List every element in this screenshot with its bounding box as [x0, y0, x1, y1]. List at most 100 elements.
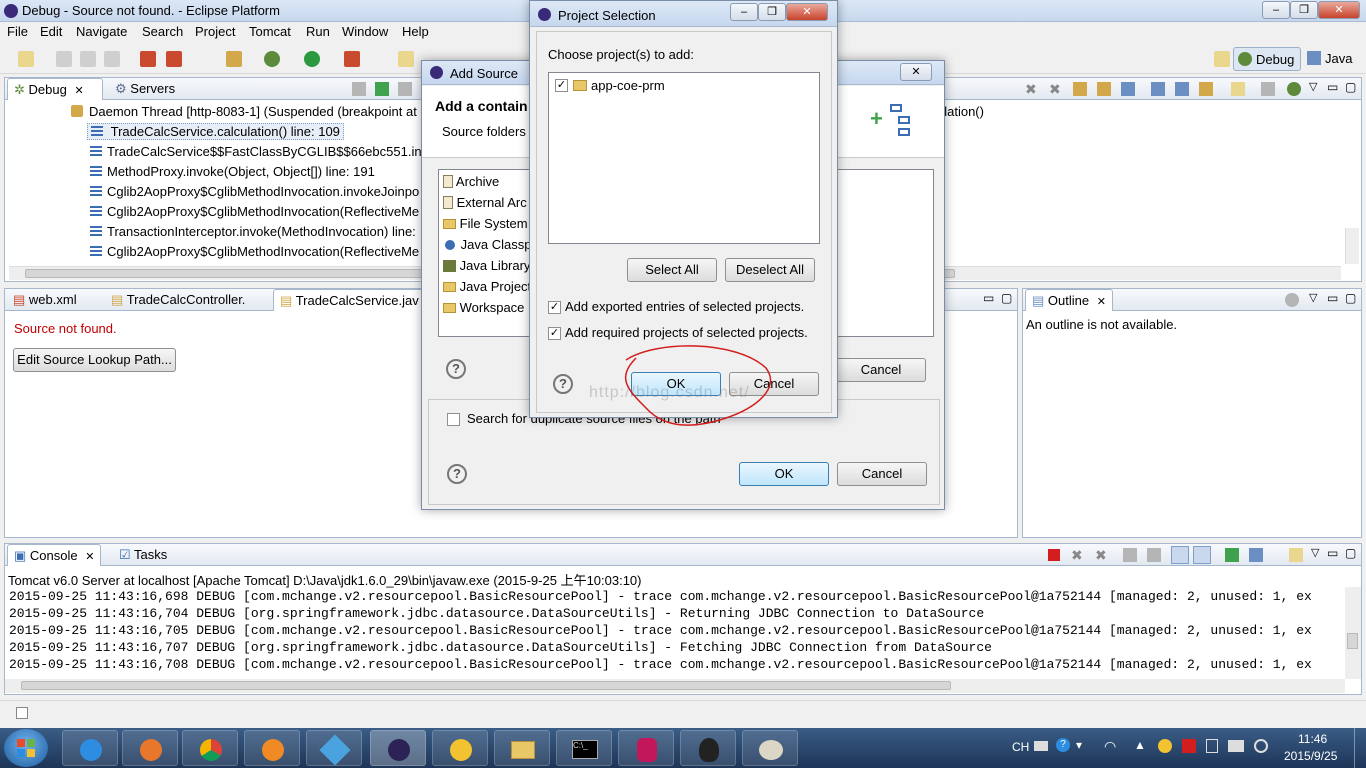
close-button[interactable]: ✕: [900, 63, 932, 81]
security-tray-icon[interactable]: [1182, 739, 1196, 753]
add-source-ok-button[interactable]: OK: [739, 462, 829, 486]
step-over-icon[interactable]: [1097, 82, 1111, 96]
remove-terminated-icon[interactable]: [352, 82, 366, 96]
pin-console-icon[interactable]: [1225, 548, 1239, 562]
console-output[interactable]: 2015-09-25 11:43:16,698 DEBUG [com.mchan…: [5, 587, 1343, 679]
add-source-cancel-button-top[interactable]: Cancel: [836, 358, 926, 382]
project-label[interactable]: app-coe-prm: [591, 78, 665, 93]
minimize-view-icon[interactable]: ▭: [1327, 291, 1338, 305]
console-vertical-scrollbar[interactable]: [1345, 587, 1361, 679]
minimize-button[interactable]: –: [1262, 1, 1290, 19]
list-item-java-project[interactable]: Java Project: [443, 279, 531, 294]
debug-thread-row[interactable]: Daemon Thread [http-8083-1] (Suspended (…: [71, 104, 417, 119]
menu-navigate[interactable]: Navigate: [76, 24, 127, 39]
minimize-view-icon[interactable]: ▭: [983, 291, 994, 305]
menu-window[interactable]: Window: [342, 24, 388, 39]
tray-options-icon[interactable]: ▾: [1076, 738, 1082, 752]
display-console-icon[interactable]: [1249, 548, 1263, 562]
menu-edit[interactable]: Edit: [40, 24, 62, 39]
list-item-java-library[interactable]: Java Library: [443, 258, 530, 273]
list-item-file-system[interactable]: File System: [443, 216, 528, 231]
taskbar-qq[interactable]: [680, 730, 736, 766]
close-icon[interactable]: ✕: [1097, 296, 1106, 308]
clock-date[interactable]: 2015/9/25: [1284, 749, 1337, 763]
disconnect-icon[interactable]: ✖: [1049, 82, 1063, 96]
taskbar-ie[interactable]: [62, 730, 118, 766]
debug-perspective-button[interactable]: Debug: [1233, 47, 1301, 71]
skip-breakpoints-icon[interactable]: [140, 51, 156, 67]
minimize-button[interactable]: –: [730, 3, 758, 21]
tab-tradecalcservice[interactable]: ▤ TradeCalcService.jav: [273, 289, 426, 311]
start-button[interactable]: [4, 729, 48, 767]
add-exported-checkbox[interactable]: ✓: [548, 301, 561, 314]
taskbar-explorer[interactable]: [494, 730, 550, 766]
open-console-icon[interactable]: [1289, 548, 1303, 562]
stack-frame-row[interactable]: TradeCalcService.calculation() line: 109: [87, 123, 344, 140]
stack-frame-row[interactable]: TradeCalcService$$FastClassByCGLIB$$66eb…: [90, 144, 442, 159]
tab-outline[interactable]: ▤ Outline ✕: [1025, 289, 1113, 311]
tomcat-restart-icon[interactable]: [226, 51, 242, 67]
menu-search[interactable]: Search: [142, 24, 183, 39]
taskbar-chrome[interactable]: [182, 730, 238, 766]
taskbar-app-orange[interactable]: [244, 730, 300, 766]
maximize-button[interactable]: ❐: [1290, 1, 1318, 19]
resume-icon[interactable]: [375, 82, 389, 96]
stack-frame-row[interactable]: Cglib2AopProxy$CglibMethodInvocation(Ref…: [90, 204, 419, 219]
add-required-checkbox[interactable]: ✓: [548, 327, 561, 340]
tab-debug[interactable]: ✲ Debug ✕: [7, 78, 103, 100]
maximize-view-icon[interactable]: ▢: [1345, 80, 1356, 94]
help-tray-icon[interactable]: ?: [1056, 738, 1070, 752]
scroll-thumb[interactable]: [1347, 633, 1358, 649]
open-perspective-icon[interactable]: [1212, 48, 1232, 70]
search-duplicates-checkbox[interactable]: [447, 413, 460, 426]
help-icon[interactable]: ?: [446, 359, 466, 379]
taskbar-firefox[interactable]: [122, 730, 178, 766]
java-perspective-button[interactable]: Java: [1305, 47, 1355, 71]
save-icon[interactable]: [56, 51, 72, 67]
open-type-icon[interactable]: [398, 51, 414, 67]
taskbar-app-bird[interactable]: [306, 730, 362, 766]
console-horizontal-scrollbar[interactable]: [5, 679, 1345, 693]
clear-console-icon[interactable]: [1123, 548, 1137, 562]
debug-settings-icon[interactable]: [1287, 82, 1301, 96]
maximize-view-icon[interactable]: ▢: [1001, 291, 1012, 305]
taskbar-app-clock[interactable]: [432, 730, 488, 766]
list-item-java-classpath[interactable]: Java Classpa: [443, 237, 539, 252]
drop-to-frame-icon[interactable]: [1231, 82, 1245, 96]
taskbar-cmd[interactable]: C:\_: [556, 730, 612, 766]
qq-tray-icon[interactable]: [1158, 739, 1172, 753]
debug-vertical-scrollbar[interactable]: [1345, 228, 1359, 264]
keyboard-icon[interactable]: [1034, 741, 1048, 751]
outline-settings-icon[interactable]: [1285, 293, 1299, 307]
tab-tradecalccontroller[interactable]: ▤ TradeCalcController.: [105, 289, 251, 311]
add-source-cancel-button[interactable]: Cancel: [837, 462, 927, 486]
fast-view-icon[interactable]: [16, 707, 28, 719]
volume-icon[interactable]: [1254, 739, 1268, 753]
view-menu-icon[interactable]: ▽: [1311, 546, 1319, 559]
clock-time[interactable]: 11:46: [1298, 732, 1327, 746]
terminate-icon[interactable]: ✖: [1025, 82, 1039, 96]
step-into-icon[interactable]: [1073, 82, 1087, 96]
scroll-lock-icon[interactable]: [1147, 548, 1161, 562]
ime-indicator[interactable]: CH: [1012, 740, 1029, 754]
wifi-icon[interactable]: ◠: [1104, 738, 1116, 755]
step-return-icon[interactable]: [1121, 82, 1135, 96]
debug-icon[interactable]: [264, 51, 280, 67]
taskbar-eclipse[interactable]: [370, 730, 426, 766]
show-stdout-icon[interactable]: [1171, 546, 1189, 564]
list-item-workspace[interactable]: Workspace: [443, 300, 524, 315]
terminate-icon[interactable]: [1048, 549, 1060, 561]
new-icon[interactable]: [18, 51, 34, 67]
edit-source-lookup-button[interactable]: Edit Source Lookup Path...: [13, 348, 176, 372]
view-menu-icon[interactable]: ▽: [1309, 80, 1317, 93]
menu-project[interactable]: Project: [195, 24, 235, 39]
menu-help[interactable]: Help: [402, 24, 429, 39]
scroll-thumb[interactable]: [21, 681, 951, 690]
stack-frame-row[interactable]: Cglib2AopProxy$CglibMethodInvocation(Ref…: [90, 244, 419, 259]
maximize-view-icon[interactable]: ▢: [1345, 546, 1356, 560]
minimize-view-icon[interactable]: ▭: [1327, 80, 1338, 94]
collapse-all-icon[interactable]: [1151, 82, 1165, 96]
close-button[interactable]: ✕: [1318, 1, 1360, 19]
save-all-icon[interactable]: [80, 51, 96, 67]
suspend-icon[interactable]: [398, 82, 412, 96]
